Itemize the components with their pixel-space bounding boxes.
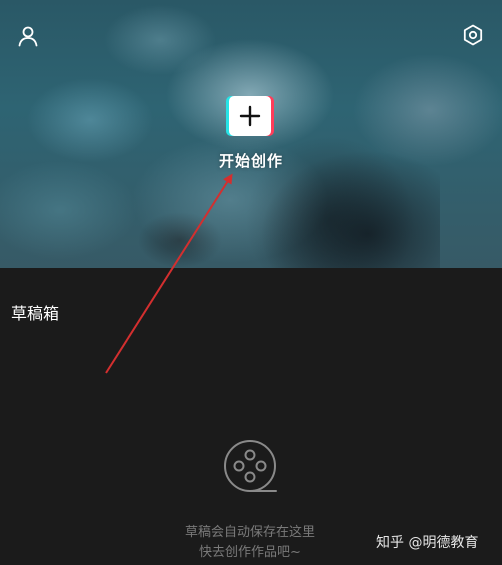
film-reel-icon [224, 440, 277, 492]
empty-drafts-message: 草稿会自动保存在这里 [184, 525, 315, 540]
settings-button[interactable] [461, 23, 485, 47]
start-creating-label: 开始创作 [218, 152, 283, 170]
plus-icon [239, 105, 261, 127]
user-icon [18, 26, 38, 47]
create-plus-tile [229, 96, 271, 136]
settings-gear-icon [463, 24, 483, 46]
drafts-title: 草稿箱 [11, 304, 60, 323]
start-creating-button[interactable]: 开始创作 [200, 96, 302, 176]
hero-banner: 开始创作 [0, 0, 502, 268]
watermark: 知乎 @明德教育 [376, 535, 479, 551]
empty-drafts-hint: 快去创作作品吧~ [199, 545, 301, 560]
profile-button[interactable] [16, 24, 40, 48]
